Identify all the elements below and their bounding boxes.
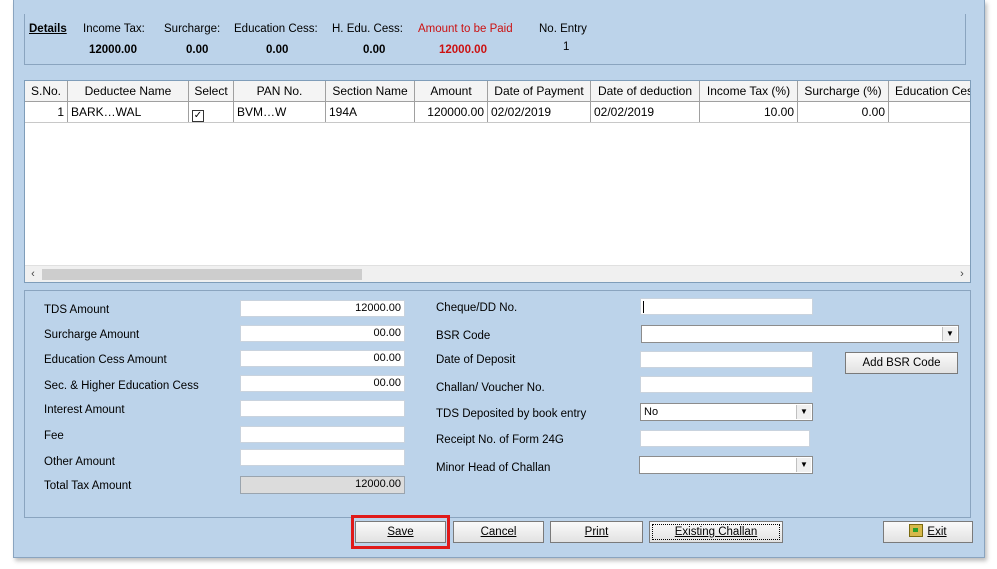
surcharge-label: Surcharge: (164, 23, 221, 35)
cell-sno: 1 (25, 102, 68, 122)
existing-challan-button-label: Existing Challan (674, 526, 758, 538)
amount-to-be-paid-value: 12000.00 (439, 44, 487, 56)
surcharge-value: 0.00 (186, 44, 209, 56)
interest-amount-label: Interest Amount (44, 404, 125, 416)
income-tax-label: Income Tax: (83, 23, 145, 35)
cell-section-name[interactable]: 194A (326, 102, 415, 122)
amount-to-be-paid-label: Amount to be Paid (418, 23, 513, 35)
cell-pan-no[interactable]: BVM…W (234, 102, 326, 122)
cancel-button-label: Cancel (480, 526, 517, 538)
sec-higher-edu-cess-field[interactable]: 00.00 (240, 375, 405, 392)
cell-amount[interactable]: 120000.00 (415, 102, 488, 122)
total-tax-amount-label: Total Tax Amount (44, 480, 132, 492)
income-tax-value: 12000.00 (89, 44, 137, 56)
no-entry-value: 1 (563, 41, 570, 53)
col-header-surcharge-pct[interactable]: Surcharge (%) (798, 81, 889, 101)
exit-door-icon (909, 524, 924, 537)
col-header-education-cess[interactable]: Education Ces (889, 81, 970, 101)
col-header-deductee-name[interactable]: Deductee Name (68, 81, 189, 101)
sec-higher-edu-cess-label: Sec. & Higher Education Cess (44, 380, 199, 392)
challan-voucher-label: Challan/ Voucher No. (436, 382, 545, 394)
details-title: Details (29, 23, 67, 35)
chevron-down-icon[interactable]: ▼ (796, 405, 811, 419)
select-checkbox[interactable]: ✓ (192, 110, 204, 122)
fee-label: Fee (44, 430, 64, 442)
challan-form-panel: TDS Amount 12000.00 Surcharge Amount 00.… (24, 290, 971, 518)
other-amount-label: Other Amount (44, 456, 115, 468)
receipt-form-24g-field[interactable] (640, 430, 810, 447)
cheque-dd-label: Cheque/DD No. (436, 302, 518, 314)
total-tax-amount-field: 12000.00 (240, 476, 405, 494)
col-header-section-name[interactable]: Section Name (326, 81, 415, 101)
education-cess-value: 0.00 (266, 44, 289, 56)
tds-book-entry-select[interactable]: No ▼ (640, 403, 813, 421)
print-button[interactable]: Print (550, 521, 643, 543)
scroll-left-icon[interactable]: ‹ (25, 266, 41, 282)
h-edu-cess-label: H. Edu. Cess: (332, 23, 403, 35)
cheque-dd-field[interactable] (640, 298, 813, 315)
col-header-date-of-payment[interactable]: Date of Payment (488, 81, 591, 101)
education-cess-amount-label: Education Cess Amount (44, 354, 167, 366)
add-bsr-code-label: Add BSR Code (862, 357, 941, 369)
cell-date-of-payment[interactable]: 02/02/2019 (488, 102, 591, 122)
table-row[interactable]: 1 BARK…WAL ✓ BVM…W 194A 120000.00 02/02/… (25, 102, 970, 123)
cancel-button[interactable]: Cancel (453, 521, 544, 543)
bsr-code-select[interactable]: ▼ (641, 325, 959, 343)
grid-header: S.No. Deductee Name Select PAN No. Secti… (25, 81, 970, 102)
tds-book-entry-value: No (644, 406, 659, 418)
date-of-deposit-label: Date of Deposit (436, 354, 516, 366)
fee-field[interactable] (240, 426, 405, 443)
deductee-grid[interactable]: S.No. Deductee Name Select PAN No. Secti… (24, 80, 971, 283)
interest-amount-field[interactable] (240, 400, 405, 417)
existing-challan-button[interactable]: Existing Challan (649, 521, 783, 543)
no-entry-label: No. Entry (539, 23, 587, 35)
tds-book-entry-label: TDS Deposited by book entry (436, 408, 587, 420)
grid-horizontal-scrollbar[interactable]: ‹ › (25, 265, 970, 282)
col-header-date-of-deduction[interactable]: Date of deduction (591, 81, 700, 101)
bsr-code-label: BSR Code (436, 330, 491, 342)
print-button-label: Print (584, 526, 609, 538)
text-caret (643, 301, 644, 313)
add-bsr-code-button[interactable]: Add BSR Code (845, 352, 958, 374)
col-header-sno[interactable]: S.No. (25, 81, 68, 101)
chevron-down-icon[interactable]: ▼ (942, 327, 957, 341)
exit-button-label: Exit (927, 526, 947, 538)
cell-income-tax-pct[interactable]: 10.00 (700, 102, 798, 122)
exit-button[interactable]: Exit (883, 521, 973, 543)
other-amount-field[interactable] (240, 449, 405, 466)
education-cess-amount-field[interactable]: 00.00 (240, 350, 405, 367)
cell-select: ✓ (189, 102, 234, 122)
col-header-income-tax-pct[interactable]: Income Tax (%) (700, 81, 798, 101)
scroll-right-icon[interactable]: › (954, 266, 970, 282)
details-summary-panel: Details Income Tax: 12000.00 Surcharge: … (24, 14, 966, 65)
education-cess-label: Education Cess: (234, 23, 318, 35)
cell-date-of-deduction[interactable]: 02/02/2019 (591, 102, 700, 122)
minor-head-label: Minor Head of Challan (436, 462, 551, 474)
scrollbar-thumb[interactable] (42, 269, 362, 280)
col-header-pan-no[interactable]: PAN No. (234, 81, 326, 101)
surcharge-amount-label: Surcharge Amount (44, 329, 140, 341)
minor-head-select[interactable]: ▼ (639, 456, 813, 474)
save-button[interactable]: Save (355, 521, 446, 543)
save-button-label: Save (387, 526, 414, 538)
col-header-amount[interactable]: Amount (415, 81, 488, 101)
h-edu-cess-value: 0.00 (363, 44, 386, 56)
cell-education-cess[interactable] (889, 102, 970, 122)
challan-voucher-field[interactable] (640, 376, 813, 393)
cell-deductee-name[interactable]: BARK…WAL (68, 102, 189, 122)
tds-amount-field[interactable]: 12000.00 (240, 300, 405, 317)
surcharge-amount-field[interactable]: 00.00 (240, 325, 405, 342)
date-of-deposit-field[interactable] (640, 351, 813, 368)
cell-surcharge-pct[interactable]: 0.00 (798, 102, 889, 122)
tds-amount-label: TDS Amount (44, 304, 110, 316)
col-header-select[interactable]: Select (189, 81, 234, 101)
chevron-down-icon[interactable]: ▼ (796, 458, 811, 472)
receipt-form-24g-label: Receipt No. of Form 24G (436, 434, 564, 446)
